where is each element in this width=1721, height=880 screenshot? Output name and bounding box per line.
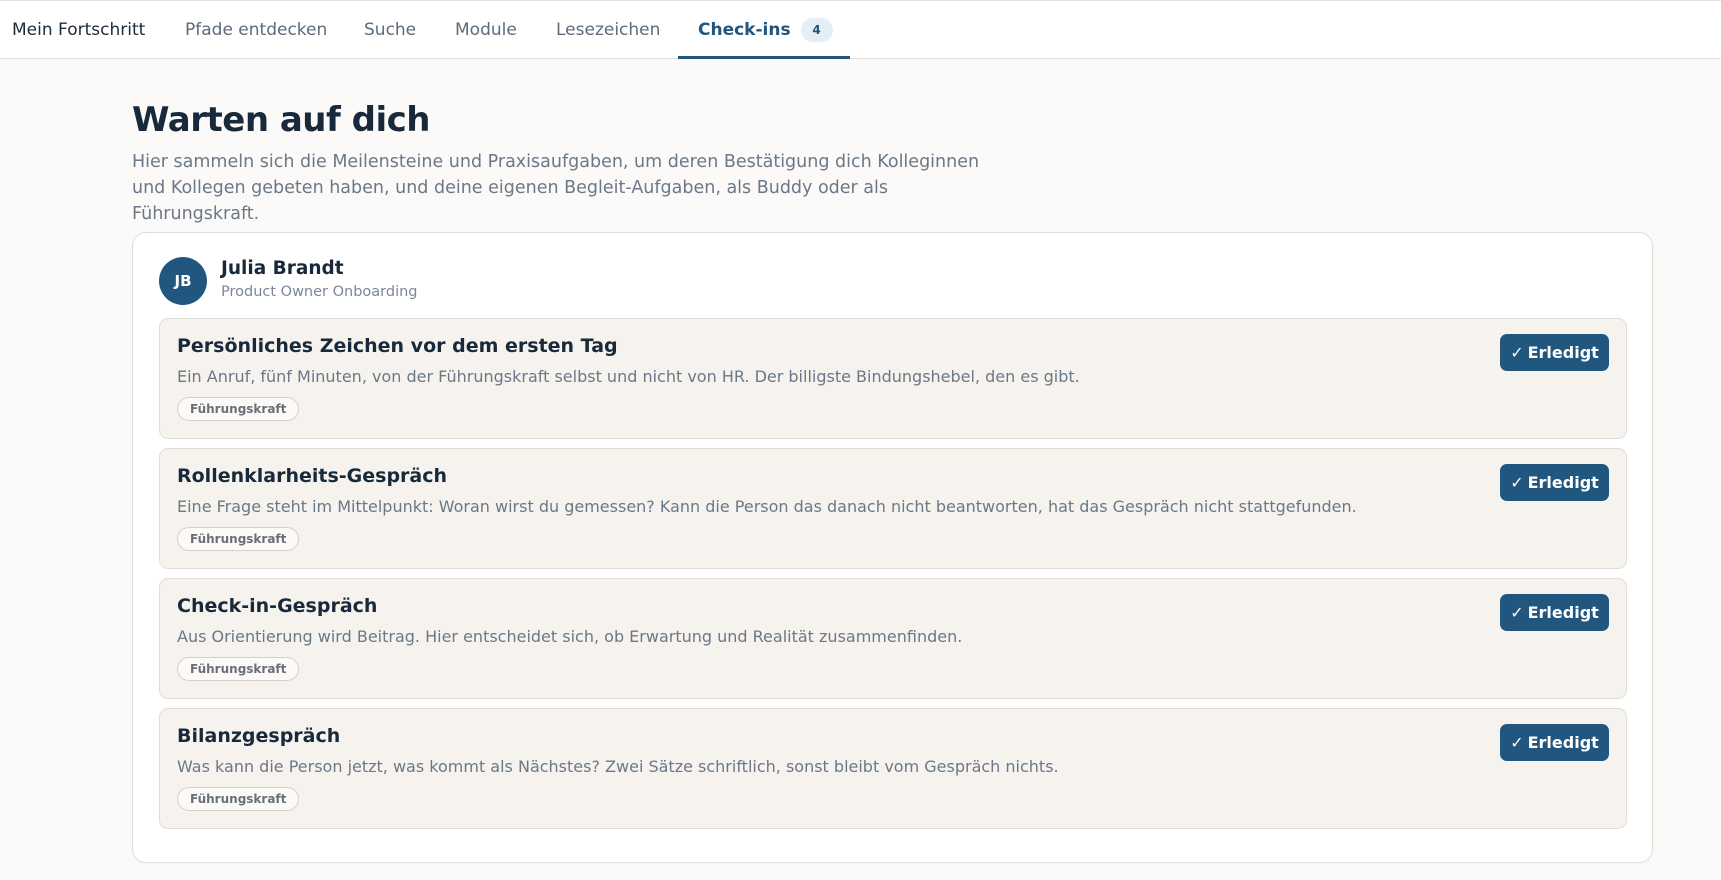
avatar: JB — [159, 257, 207, 305]
check-icon: ✓ — [1510, 473, 1524, 492]
tab-label: Pfade entdecken — [185, 20, 328, 40]
person-card: JB Julia Brandt Product Owner Onboarding… — [132, 232, 1653, 863]
role-tag: Führungskraft — [177, 397, 300, 421]
person-name: Julia Brandt — [221, 258, 344, 279]
check-icon: ✓ — [1510, 603, 1524, 622]
tab-lesezeichen[interactable]: Lesezeichen — [556, 1, 660, 59]
page-description: Hier sammeln sich die Meilensteine und P… — [132, 152, 980, 224]
top-navigation: Mein Fortschritt Pfade entdecken Suche M… — [0, 0, 1721, 59]
task-description: Was kann die Person jetzt, was kommt als… — [177, 757, 1059, 776]
person-program: Product Owner Onboarding — [221, 284, 418, 300]
done-button[interactable]: ✓ Erledigt — [1500, 724, 1609, 761]
tab-suche[interactable]: Suche — [364, 1, 416, 59]
task-description: Ein Anruf, fünf Minuten, von der Führung… — [177, 367, 1080, 386]
tab-label: Mein Fortschritt — [12, 20, 146, 40]
tab-pfade-entdecken[interactable]: Pfade entdecken — [185, 1, 327, 59]
tab-label: Module — [455, 20, 517, 40]
done-button-label: Erledigt — [1527, 733, 1599, 752]
check-icon: ✓ — [1510, 343, 1524, 362]
done-button-label: Erledigt — [1527, 603, 1599, 622]
task-item: Persönliches Zeichen vor dem ersten Tag … — [159, 318, 1627, 439]
task-description: Aus Orientierung wird Beitrag. Hier ents… — [177, 627, 963, 646]
done-button-label: Erledigt — [1527, 343, 1599, 362]
tab-check-ins[interactable]: Check-ins 4 — [698, 1, 833, 59]
tab-mein-fortschritt[interactable]: Mein Fortschritt — [12, 1, 145, 59]
tab-label: Check-ins — [698, 20, 791, 40]
task-title: Check-in-Gespräch — [177, 595, 378, 617]
role-tag: Führungskraft — [177, 787, 300, 811]
check-icon: ✓ — [1510, 733, 1524, 752]
task-description: Eine Frage steht im Mittelpunkt: Woran w… — [177, 497, 1357, 516]
task-item: Check-in-Gespräch Aus Orientierung wird … — [159, 578, 1627, 699]
done-button[interactable]: ✓ Erledigt — [1500, 594, 1609, 631]
task-title: Rollenklarheits-Gespräch — [177, 465, 448, 487]
task-item: Bilanzgespräch Was kann die Person jetzt… — [159, 708, 1627, 829]
done-button[interactable]: ✓ Erledigt — [1500, 334, 1609, 371]
tab-module[interactable]: Module — [455, 1, 517, 59]
tab-label: Lesezeichen — [556, 20, 661, 40]
task-title: Persönliches Zeichen vor dem ersten Tag — [177, 335, 618, 357]
role-tag: Führungskraft — [177, 527, 300, 551]
done-button[interactable]: ✓ Erledigt — [1500, 464, 1609, 501]
tab-label: Suche — [364, 20, 417, 40]
check-ins-count-badge: 4 — [800, 18, 833, 42]
role-tag: Führungskraft — [177, 657, 300, 681]
task-item: Rollenklarheits-Gespräch Eine Frage steh… — [159, 448, 1627, 569]
active-tab-indicator — [678, 56, 850, 59]
task-title: Bilanzgespräch — [177, 725, 341, 747]
done-button-label: Erledigt — [1527, 473, 1599, 492]
page-title: Warten auf dich — [132, 100, 431, 140]
